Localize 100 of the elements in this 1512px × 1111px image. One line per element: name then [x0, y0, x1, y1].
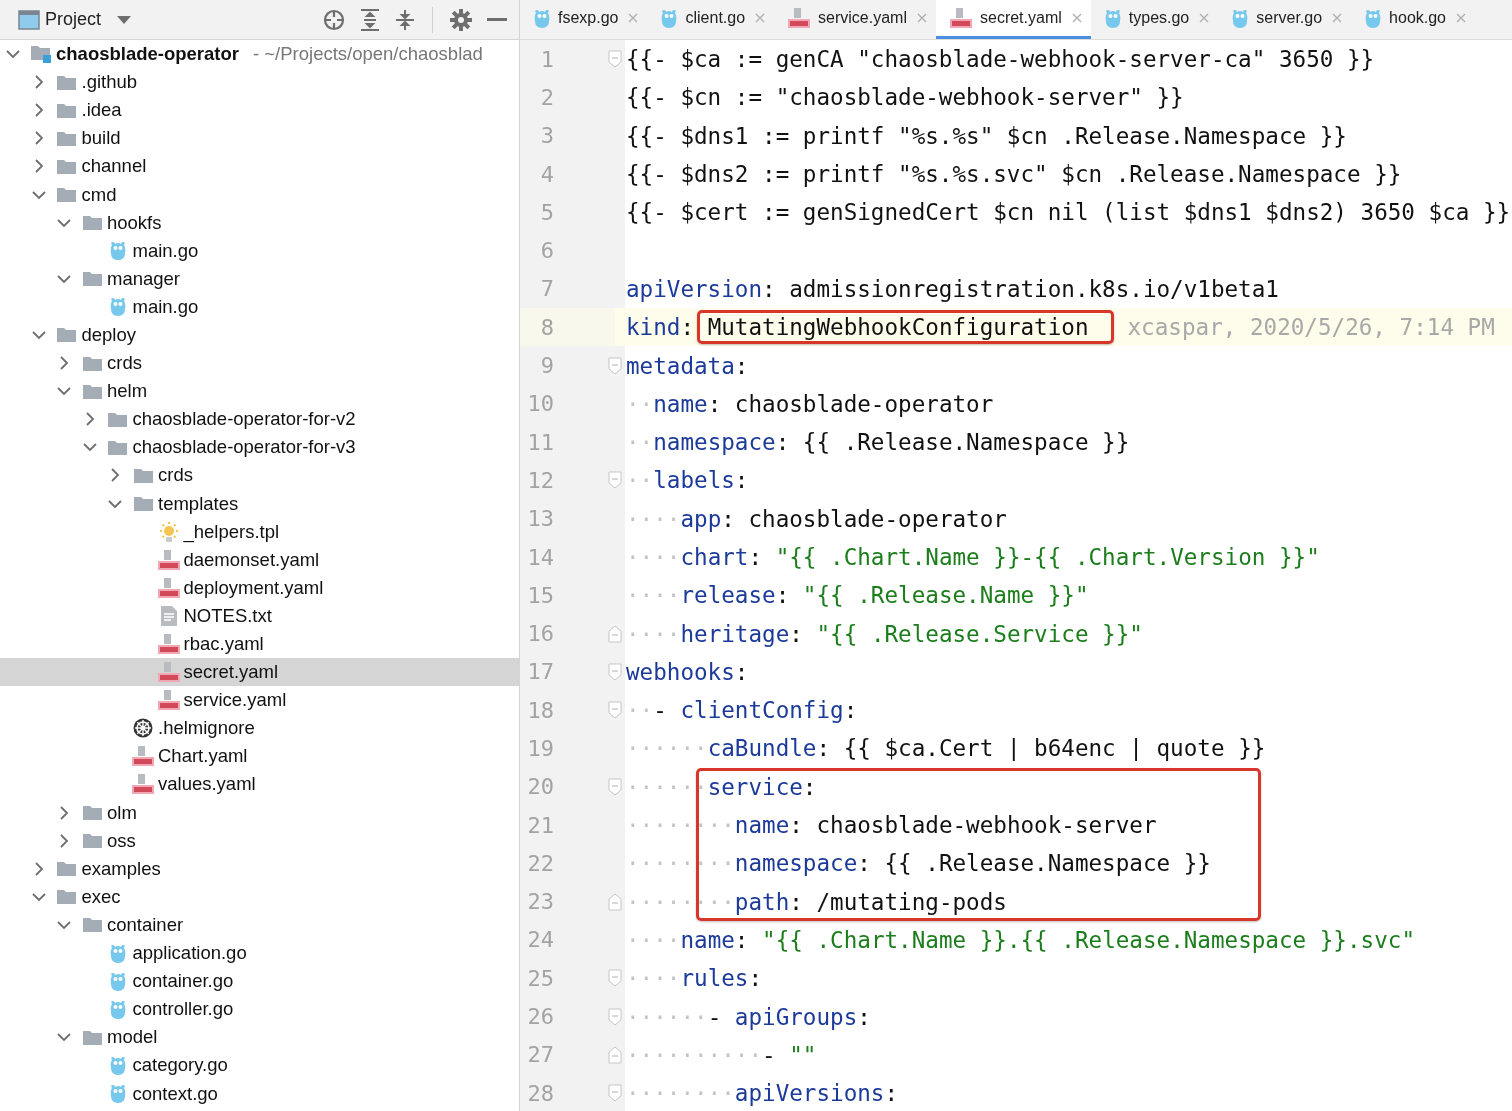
editor-tab[interactable]: fsexp.go — [520, 0, 648, 39]
locate-icon[interactable] — [323, 8, 345, 31]
yaml-key: app — [680, 505, 722, 532]
tree-item[interactable]: .helmignore — [0, 714, 519, 743]
code-text: : — [884, 1080, 899, 1107]
tree-item[interactable]: exec — [0, 882, 519, 911]
tree-item[interactable]: service.yaml — [0, 686, 519, 715]
editor-tab[interactable]: service.yaml — [774, 0, 936, 39]
tree-item[interactable]: category.go — [0, 1051, 519, 1080]
tree-item[interactable]: manager — [0, 264, 519, 293]
editor-tab[interactable]: server.go — [1218, 0, 1352, 39]
line-number: 15 — [526, 582, 554, 608]
chevron-down-icon[interactable] — [31, 328, 46, 342]
indent-dots: ·········· — [626, 1041, 763, 1068]
panel-title[interactable]: Project — [45, 9, 102, 30]
code-text: : — [857, 1003, 871, 1030]
tree-item[interactable]: examples — [0, 854, 519, 883]
expand-all-icon[interactable] — [360, 8, 380, 31]
item-label: exec — [81, 885, 121, 908]
fold-marker-icon[interactable] — [608, 1084, 622, 1103]
fold-marker-icon[interactable] — [608, 701, 622, 720]
settings-icon[interactable] — [450, 8, 472, 31]
go-file-icon — [109, 241, 126, 261]
item-label: _helpers.tpl — [183, 520, 280, 543]
item-label: olm — [107, 801, 137, 824]
yaml-file-icon — [157, 577, 180, 598]
tree-item[interactable]: crds — [0, 461, 519, 490]
editor-tab[interactable]: client.go — [647, 0, 775, 39]
line-number: 14 — [526, 544, 554, 570]
tree-item[interactable]: secret.yaml — [0, 658, 519, 687]
tree-item[interactable]: hookfs — [0, 208, 519, 237]
code-text: MutatingWebhookConfiguration — [696, 310, 1114, 345]
tree-item[interactable]: .github — [0, 68, 519, 97]
yaml-key: apiVersions — [734, 1080, 885, 1107]
editor-tab[interactable]: hook.go — [1351, 0, 1475, 39]
dropdown-caret-icon[interactable] — [117, 15, 132, 24]
tree-item[interactable]: main.go — [0, 236, 519, 265]
chevron-right-icon[interactable] — [57, 805, 71, 820]
tree-item[interactable]: container.go — [0, 967, 519, 996]
chevron-right-icon[interactable] — [108, 468, 122, 483]
tree-item[interactable]: deployment.yaml — [0, 573, 519, 602]
tree-item[interactable]: model — [0, 1023, 519, 1052]
tree-item[interactable]: controller.go — [0, 995, 519, 1024]
go-file-icon — [109, 971, 126, 991]
editor-tab[interactable]: secret.yaml — [936, 0, 1091, 39]
line-number: 19 — [526, 736, 554, 761]
item-label: deploy — [81, 324, 136, 346]
string-literal: "" — [789, 1041, 817, 1068]
tree-item[interactable]: context.go — [0, 1079, 519, 1108]
item-label: .idea — [81, 99, 122, 122]
folder-icon — [57, 130, 76, 146]
tree-item[interactable]: chaosblade-operator-for-v3 — [0, 433, 519, 462]
tree-item[interactable]: olm — [0, 798, 519, 827]
fold-marker-icon[interactable] — [608, 1007, 622, 1026]
item-label: oss — [107, 829, 136, 852]
tree-item[interactable]: NOTES.txt — [0, 601, 519, 630]
tree-item[interactable]: deploy — [0, 320, 519, 350]
collapse-all-icon[interactable] — [395, 8, 415, 31]
tree-item[interactable]: daemonset.yaml — [0, 545, 519, 574]
tree-item[interactable]: chaosblade-operator-for-v2 — [0, 405, 519, 434]
tree-item[interactable]: build — [0, 124, 519, 153]
editor-tab[interactable]: types.go — [1090, 0, 1219, 39]
item-path: - ~/Projects/open/chaosblad — [253, 43, 483, 66]
tree-item[interactable]: _helpers.tpl — [0, 517, 519, 546]
tree-item[interactable]: templates — [0, 489, 519, 518]
yaml-key: path — [734, 888, 790, 915]
tree-item[interactable]: oss — [0, 826, 519, 855]
chevron-right-icon[interactable] — [57, 356, 71, 371]
tree-item[interactable]: container — [0, 910, 519, 939]
yaml-key: caBundle — [707, 735, 817, 762]
tree-item[interactable]: channel — [0, 152, 519, 181]
tree-item[interactable]: application.go — [0, 939, 519, 968]
tree-item[interactable]: .idea — [0, 96, 519, 125]
item-label: hookfs — [107, 211, 162, 234]
go-file-icon — [1104, 8, 1121, 28]
fold-marker-icon[interactable] — [608, 471, 622, 490]
tree-item[interactable]: Chart.yaml — [0, 742, 519, 771]
tree-item[interactable]: helm — [0, 377, 519, 406]
item-label: container.go — [132, 970, 234, 993]
indent-dots: ·· — [626, 429, 654, 456]
minimize-icon[interactable] — [487, 17, 507, 22]
line-number: 7 — [539, 276, 554, 302]
fold-marker-icon[interactable] — [608, 50, 622, 69]
tree-item[interactable]: chaosblade-operator - ~/Projects/open/chaosblad — [0, 40, 519, 69]
item-label: container — [107, 913, 184, 936]
tree-item[interactable]: rbac.yaml — [0, 629, 519, 659]
line-number: 11 — [526, 429, 554, 455]
fold-marker-icon[interactable] — [608, 356, 622, 375]
fold-marker-icon[interactable] — [608, 777, 622, 796]
tree-item[interactable]: cmd — [0, 180, 519, 209]
tree-item[interactable]: main.go — [0, 292, 519, 321]
tree-item[interactable]: crds — [0, 349, 519, 378]
chevron-right-icon[interactable] — [57, 833, 71, 848]
tree-item[interactable]: values.yaml — [0, 770, 519, 799]
indent-dots: ······ — [626, 1003, 708, 1030]
code-text: : {{ .Release.Namespace }} — [857, 850, 1211, 877]
code-text: - — [653, 697, 668, 724]
item-label: model — [107, 1026, 158, 1049]
fold-marker-icon[interactable] — [608, 662, 622, 681]
fold-marker-icon[interactable] — [608, 969, 622, 988]
